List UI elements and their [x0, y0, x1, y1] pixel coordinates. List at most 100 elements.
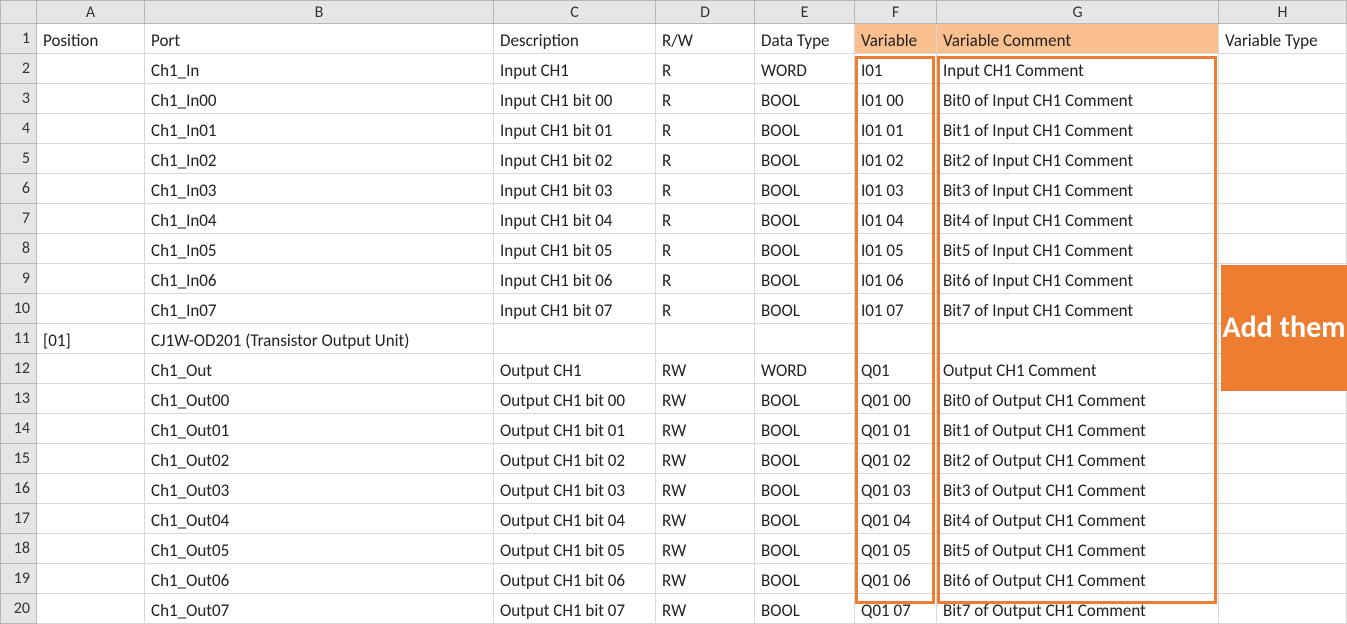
cell-B20[interactable]: Ch1_Out07: [145, 594, 494, 624]
col-header-E[interactable]: E: [755, 0, 855, 24]
cell-F6[interactable]: I01 03: [855, 174, 937, 204]
cell-G9[interactable]: Bit6 of Input CH1 Comment: [937, 264, 1219, 294]
col-header-F[interactable]: F: [855, 0, 937, 24]
cell-B12[interactable]: Ch1_Out: [145, 354, 494, 384]
cell-D20[interactable]: RW: [656, 594, 755, 624]
cell-F8[interactable]: I01 05: [855, 234, 937, 264]
cell-F12[interactable]: Q01: [855, 354, 937, 384]
cell-A5[interactable]: [37, 144, 145, 174]
cell-D10[interactable]: R: [656, 294, 755, 324]
row-header-14[interactable]: 14: [0, 414, 37, 444]
cell-B9[interactable]: Ch1_In06: [145, 264, 494, 294]
cell-B7[interactable]: Ch1_In04: [145, 204, 494, 234]
cell-C12[interactable]: Output CH1: [494, 354, 656, 384]
cell-F13[interactable]: Q01 00: [855, 384, 937, 414]
cell-E3[interactable]: BOOL: [755, 84, 855, 114]
cell-C13[interactable]: Output CH1 bit 00: [494, 384, 656, 414]
cell-F20[interactable]: Q01 07: [855, 594, 937, 624]
cell-C15[interactable]: Output CH1 bit 02: [494, 444, 656, 474]
cell-E2[interactable]: WORD: [755, 54, 855, 84]
cell-E15[interactable]: BOOL: [755, 444, 855, 474]
corner-cell[interactable]: [0, 0, 37, 24]
cell-C17[interactable]: Output CH1 bit 04: [494, 504, 656, 534]
cell-B8[interactable]: Ch1_In05: [145, 234, 494, 264]
cell-D4[interactable]: R: [656, 114, 755, 144]
col-header-D[interactable]: D: [656, 0, 755, 24]
row-header-16[interactable]: 16: [0, 474, 37, 504]
cell-D9[interactable]: R: [656, 264, 755, 294]
cell-H16[interactable]: [1219, 474, 1347, 504]
cell-F17[interactable]: Q01 04: [855, 504, 937, 534]
cell-G13[interactable]: Bit0 of Output CH1 Comment: [937, 384, 1219, 414]
cell-E19[interactable]: BOOL: [755, 564, 855, 594]
cell-F16[interactable]: Q01 03: [855, 474, 937, 504]
cell-A17[interactable]: [37, 504, 145, 534]
cell-C20[interactable]: Output CH1 bit 07: [494, 594, 656, 624]
cell-A9[interactable]: [37, 264, 145, 294]
cell-B6[interactable]: Ch1_In03: [145, 174, 494, 204]
cell-H2[interactable]: [1219, 54, 1347, 84]
cell-C6[interactable]: Input CH1 bit 03: [494, 174, 656, 204]
cell-C3[interactable]: Input CH1 bit 00: [494, 84, 656, 114]
cell-G10[interactable]: Bit7 of Input CH1 Comment: [937, 294, 1219, 324]
header-cell-B[interactable]: Port: [145, 24, 494, 54]
cell-H20[interactable]: [1219, 594, 1347, 624]
cell-E18[interactable]: BOOL: [755, 534, 855, 564]
row-header-9[interactable]: 9: [0, 264, 37, 294]
cell-B13[interactable]: Ch1_Out00: [145, 384, 494, 414]
cell-D5[interactable]: R: [656, 144, 755, 174]
cell-G2[interactable]: Input CH1 Comment: [937, 54, 1219, 84]
cell-G14[interactable]: Bit1 of Output CH1 Comment: [937, 414, 1219, 444]
cell-H7[interactable]: [1219, 204, 1347, 234]
cell-A20[interactable]: [37, 594, 145, 624]
row-header-1[interactable]: 1: [0, 24, 37, 54]
cell-B18[interactable]: Ch1_Out05: [145, 534, 494, 564]
cell-C19[interactable]: Output CH1 bit 06: [494, 564, 656, 594]
row-header-17[interactable]: 17: [0, 504, 37, 534]
cell-F14[interactable]: Q01 01: [855, 414, 937, 444]
cell-B19[interactable]: Ch1_Out06: [145, 564, 494, 594]
cell-A8[interactable]: [37, 234, 145, 264]
col-header-B[interactable]: B: [145, 0, 494, 24]
cell-D14[interactable]: RW: [656, 414, 755, 444]
cell-H14[interactable]: [1219, 414, 1347, 444]
cell-C10[interactable]: Input CH1 bit 07: [494, 294, 656, 324]
header-cell-C[interactable]: Description: [494, 24, 656, 54]
cell-H19[interactable]: [1219, 564, 1347, 594]
cell-F10[interactable]: I01 07: [855, 294, 937, 324]
header-cell-D[interactable]: R/W: [656, 24, 755, 54]
cell-G16[interactable]: Bit3 of Output CH1 Comment: [937, 474, 1219, 504]
cell-H18[interactable]: [1219, 534, 1347, 564]
row-header-2[interactable]: 2: [0, 54, 37, 84]
row-header-18[interactable]: 18: [0, 534, 37, 564]
cell-E10[interactable]: BOOL: [755, 294, 855, 324]
cell-H17[interactable]: [1219, 504, 1347, 534]
cell-D2[interactable]: R: [656, 54, 755, 84]
cell-G4[interactable]: Bit1 of Input CH1 Comment: [937, 114, 1219, 144]
cell-A16[interactable]: [37, 474, 145, 504]
row-header-5[interactable]: 5: [0, 144, 37, 174]
cell-C11[interactable]: [494, 324, 656, 354]
cell-G20[interactable]: Bit7 of Output CH1 Comment: [937, 594, 1219, 624]
header-cell-H[interactable]: Variable Type: [1219, 24, 1347, 54]
col-header-C[interactable]: C: [494, 0, 656, 24]
cell-A7[interactable]: [37, 204, 145, 234]
cell-B17[interactable]: Ch1_Out04: [145, 504, 494, 534]
cell-C16[interactable]: Output CH1 bit 03: [494, 474, 656, 504]
cell-D7[interactable]: R: [656, 204, 755, 234]
cell-A12[interactable]: [37, 354, 145, 384]
cell-B14[interactable]: Ch1_Out01: [145, 414, 494, 444]
cell-E14[interactable]: BOOL: [755, 414, 855, 444]
cell-D8[interactable]: R: [656, 234, 755, 264]
cell-F19[interactable]: Q01 06: [855, 564, 937, 594]
cell-B15[interactable]: Ch1_Out02: [145, 444, 494, 474]
cell-B3[interactable]: Ch1_In00: [145, 84, 494, 114]
cell-H8[interactable]: [1219, 234, 1347, 264]
cell-F11[interactable]: [855, 324, 937, 354]
cell-G18[interactable]: Bit5 of Output CH1 Comment: [937, 534, 1219, 564]
col-header-H[interactable]: H: [1219, 0, 1347, 24]
row-header-4[interactable]: 4: [0, 114, 37, 144]
cell-B4[interactable]: Ch1_In01: [145, 114, 494, 144]
spreadsheet-grid[interactable]: ABCDEFGH1PositionPortDescriptionR/WData …: [0, 0, 1347, 624]
cell-E17[interactable]: BOOL: [755, 504, 855, 534]
